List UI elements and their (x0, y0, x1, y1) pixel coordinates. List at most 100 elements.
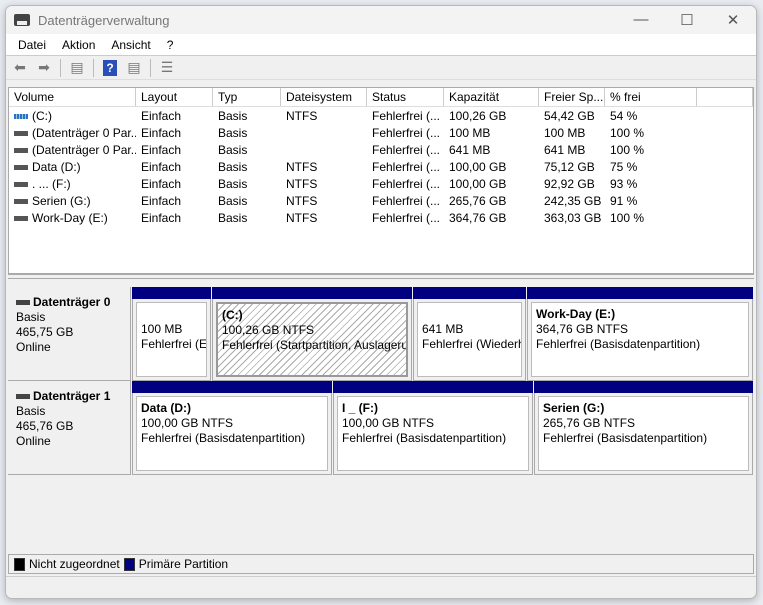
table-row[interactable]: Work-Day (E:) Einfach Basis NTFS Fehlerfrei … (9, 209, 753, 226)
close-button[interactable]: ✕ (710, 11, 756, 29)
partition-status: Fehlerfrei (Wiederherstellungspartition) (422, 337, 521, 351)
table-cell: 363,03 GB (544, 210, 602, 225)
column-header[interactable]: Typ (213, 88, 281, 106)
table-cell: Basis (218, 176, 248, 191)
status-bar (6, 576, 756, 598)
table-cell: Basis (218, 159, 248, 174)
partition-size: 265,76 GB NTFS (543, 416, 636, 430)
table-cell: Work-Day (E:) (9, 211, 136, 225)
table-cell: 100 % (610, 142, 645, 157)
volume-icon (14, 215, 28, 221)
volume-list: Volume Layout Typ Dateisystem Status Kapazitä… (8, 87, 754, 274)
column-header[interactable]: Dateisystem (281, 88, 367, 106)
table-cell: 265,76 GB (449, 193, 507, 208)
table-cell: 100,26 GB (449, 108, 507, 123)
table-row[interactable]: (Datenträger 0 Par... Einfach Basis Fehlerf… (9, 124, 753, 141)
table-cell: NTFS (286, 108, 318, 123)
partition-type-bar (413, 287, 526, 299)
column-header[interactable]: % frei (605, 88, 697, 106)
table-cell: (Datenträger 0 Par... (9, 126, 136, 140)
table-cell: NTFS (286, 159, 318, 174)
partition[interactable]: Data (D:) 100,00 GB NTFS Fehlerfrei (Basis… (132, 381, 332, 475)
table-cell: NTFS (286, 176, 318, 191)
disk-label[interactable]: Datenträger 0 Basis 465,75 GB Online (8, 287, 131, 381)
partition-title: Data (D:) (141, 401, 191, 415)
partition[interactable]: Work-Day (E:) 364,76 GB NTFS Fehlerfrei (B… (527, 287, 753, 381)
properties-icon[interactable]: ☰ (157, 59, 177, 77)
volume-icon (14, 130, 28, 136)
partition[interactable]: (C:) 100,26 GB NTFS Fehlerfrei (Startparti… (212, 287, 412, 381)
back-arrow-icon[interactable]: ⬅ (10, 59, 30, 77)
table-cell: Fehlerfrei (... (372, 176, 441, 191)
table-cell: 242,35 GB (544, 193, 602, 208)
partition[interactable]: 641 MBFehlerfrei (Wiederherstellungspart… (413, 287, 526, 381)
disk-icon (16, 300, 30, 306)
column-header[interactable]: Volume (9, 88, 136, 106)
table-row[interactable]: Serien (G:) Einfach Basis NTFS Fehlerfrei (.… (9, 192, 753, 209)
table-cell: Basis (218, 193, 248, 208)
disk-graphical-pane: Datenträger 0 Basis 465,75 GB Online 100 MB… (8, 279, 754, 554)
volume-list-header: Volume Layout Typ Dateisystem Status Kapazitä… (9, 88, 753, 107)
volume-name: . ... (F:) (32, 176, 71, 191)
table-cell: Fehlerfrei (... (372, 125, 441, 140)
table-cell: 641 MB (544, 142, 586, 157)
partition-title: I _ (F:) (342, 401, 378, 415)
column-header[interactable]: Kapazität (444, 88, 539, 106)
menu-help[interactable]: ? (159, 38, 182, 52)
partition-size: 100 MB (141, 322, 183, 336)
table-cell: Fehlerfrei (... (372, 142, 441, 157)
table-cell: 364,76 GB (449, 210, 507, 225)
table-row[interactable]: (C:) Einfach Basis NTFS Fehlerfrei (... 100,2… (9, 107, 753, 124)
table-row[interactable]: (Datenträger 0 Par... Einfach Basis Fehlerf… (9, 141, 753, 158)
partition-type-bar (132, 381, 332, 393)
menu-aktion[interactable]: Aktion (54, 38, 103, 52)
table-cell: 100 % (610, 125, 645, 140)
legend-swatch-primary (123, 557, 135, 571)
toolbar: ⬅ ➡ ▤ ? ▤ ☰ (6, 56, 756, 80)
column-header[interactable]: Freier Sp... (539, 88, 605, 106)
table-cell: Einfach (141, 176, 182, 191)
disk-name: Datenträger 1 (33, 389, 111, 403)
table-cell: Fehlerfrei (... (372, 159, 441, 174)
table-cell: 91 % (610, 193, 638, 208)
partition-status: Fehlerfrei (EFI-Systempartition) (141, 337, 207, 351)
partition-type-bar (212, 287, 412, 299)
legend-unallocated: Nicht zugeordnet (29, 557, 120, 571)
table-cell: 54 % (610, 108, 638, 123)
disk-label[interactable]: Datenträger 1 Basis 465,76 GB Online (8, 381, 131, 475)
menu-datei[interactable]: Datei (10, 38, 54, 52)
table-cell: Fehlerfrei (... (372, 193, 441, 208)
partition[interactable]: I _ (F:) 100,00 GB NTFS Fehlerfrei (Basisd… (333, 381, 533, 475)
maximize-button[interactable]: ☐ (664, 11, 710, 29)
minimize-button[interactable]: — (618, 11, 664, 29)
volume-name: (C:) (32, 108, 52, 123)
table-row[interactable]: . ... (F:) Einfach Basis NTFS Fehlerfrei (..… (9, 175, 753, 192)
menu-ansicht[interactable]: Ansicht (103, 38, 158, 52)
partition-size: 641 MB (422, 322, 464, 336)
disk-size: 465,75 GB (16, 325, 74, 339)
partition[interactable]: 100 MBFehlerfrei (EFI-Systempartition) (132, 287, 211, 381)
table-cell: Serien (G:) (9, 194, 136, 208)
partition[interactable]: Serien (G:) 265,76 GB NTFS Fehlerfrei (Bas… (534, 381, 753, 475)
action-pane-icon[interactable]: ▤ (124, 59, 144, 77)
disk-type: Basis (16, 404, 46, 418)
table-cell: Einfach (141, 108, 182, 123)
column-header[interactable] (697, 88, 753, 106)
table-row[interactable]: Data (D:) Einfach Basis NTFS Fehlerfrei (...… (9, 158, 753, 175)
table-cell: 100,00 GB (449, 159, 507, 174)
partition-status: Fehlerfrei (Startpartition, Auslagerungs… (222, 338, 408, 352)
column-header[interactable]: Layout (136, 88, 213, 106)
table-cell: 100 MB (449, 125, 491, 140)
help-icon[interactable]: ? (100, 59, 120, 77)
table-cell: NTFS (286, 210, 318, 225)
table-cell: Basis (218, 125, 248, 140)
table-cell: 75 % (610, 159, 638, 174)
console-tree-icon[interactable]: ▤ (67, 59, 87, 77)
partition-type-bar (534, 381, 753, 393)
table-cell: 641 MB (449, 142, 491, 157)
disk-state: Online (16, 340, 51, 354)
table-cell: Data (D:) (9, 160, 136, 174)
column-header[interactable]: Status (367, 88, 444, 106)
forward-arrow-icon[interactable]: ➡ (34, 59, 54, 77)
table-cell: 75,12 GB (544, 159, 595, 174)
